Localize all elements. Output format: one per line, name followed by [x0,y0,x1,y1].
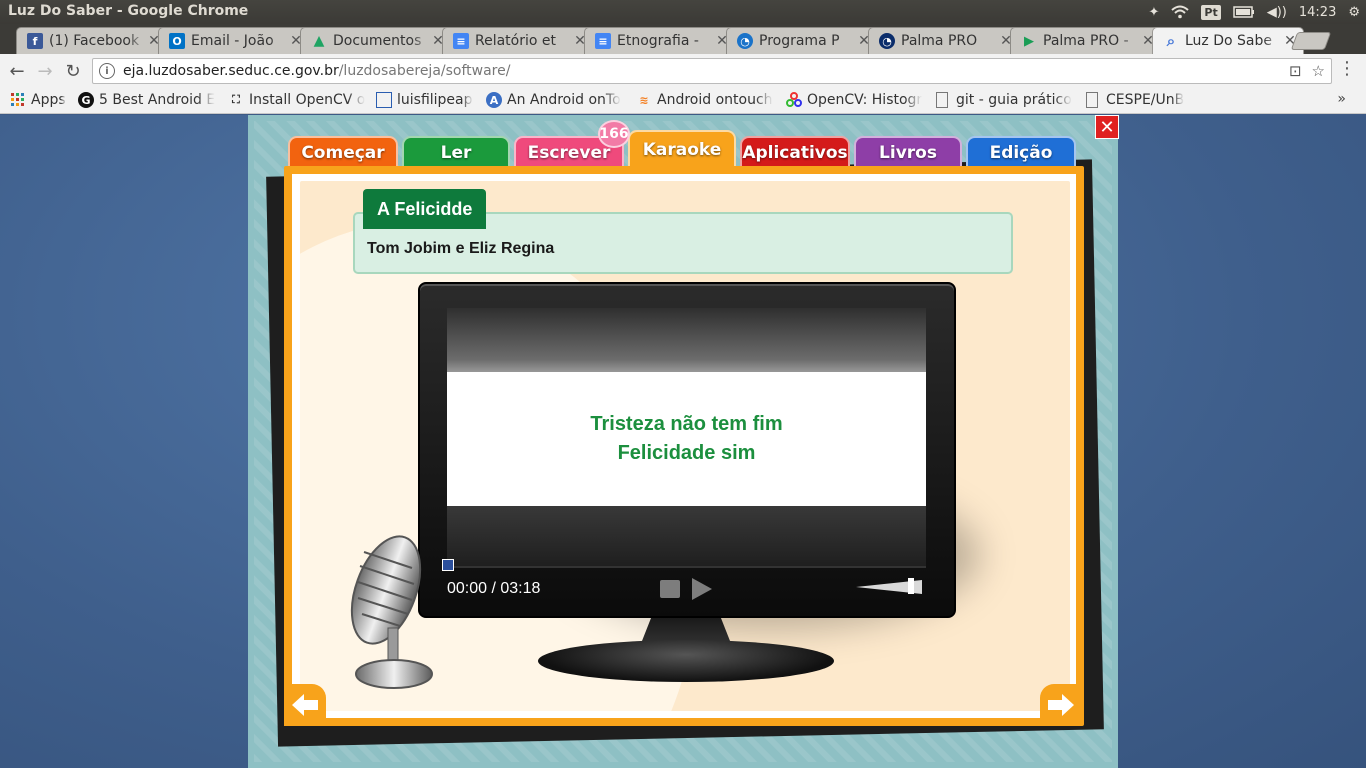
bookmark-item[interactable]: git - guia prático [936,90,1078,110]
tab-aplicativos[interactable]: Aplicativos [740,136,850,168]
tab-label: Etnografia - [617,33,699,49]
clock[interactable]: 14:23 [1293,0,1342,24]
notification-badge: 166 [598,120,630,148]
bookmark-item[interactable]: A An Android onTo [486,90,626,110]
bookmarks-overflow-button[interactable]: » [1337,91,1346,107]
next-arrow-button[interactable] [1040,684,1082,726]
page-icon [1086,92,1098,108]
search-icon: ⌕ [1166,32,1176,50]
browser-tab[interactable]: ▲ Documentos ✕ [300,27,452,54]
address-bar[interactable]: i eja.luzdosaber.seduc.ce.gov.br/luzdosa… [92,58,1332,84]
tab-karaoke[interactable]: Karaoke [628,130,736,168]
bookmarks-bar: Apps G 5 Best Android E ⛶ Install OpenCV… [0,87,1366,114]
tab-label: Palma PRO [901,33,978,49]
os-top-bar: Luz Do Saber - Google Chrome ✦ Pt ◀)) 14… [0,0,1366,24]
stop-button[interactable] [660,580,680,598]
song-artist: Tom Jobim e Eliz Regina [367,240,555,257]
google-docs-icon: ≡ [595,33,611,49]
progress-handle[interactable] [442,559,454,571]
arrow-right-icon [1048,694,1074,716]
url-host: eja.luzdosaber.seduc.ce.gov.br [123,63,339,79]
bookmark-apps[interactable]: Apps [10,90,72,110]
url-path: /luzdosabereja/software/ [338,63,511,79]
playback-time: 00:00 / 03:18 [447,580,541,597]
progress-bar[interactable] [447,566,926,568]
tv-stand [538,640,834,682]
page-icon [936,92,948,108]
arrow-left-icon [292,694,318,716]
browser-tab[interactable]: ≡ Etnografia - ✕ [584,27,736,54]
microphone-icon [350,535,433,689]
stackoverflow-icon: ≋ [639,93,649,107]
browser-toolbar: ← → ↻ i eja.luzdosaber.seduc.ce.gov.br/l… [0,54,1366,87]
tab-label: Programa P [759,33,840,49]
gear-icon[interactable]: ⚙ [1342,0,1366,24]
forward-arrow-icon[interactable]: → [34,60,56,82]
star-icon[interactable]: ☆ [1312,62,1325,80]
palma-icon: ◔ [737,33,753,49]
menu-icon[interactable]: ⋮ [1338,60,1356,78]
tab-comecar[interactable]: Começar [288,136,398,168]
facebook-icon: f [27,33,43,49]
info-icon[interactable]: i [99,63,115,79]
bookmark-item[interactable]: ⛶ Install OpenCV o [228,90,368,110]
browser-tab[interactable]: ▶ Palma PRO - ✕ [1010,27,1162,54]
play-button[interactable] [692,578,712,600]
g-icon: G [78,92,94,108]
bookmark-icon: ⛶ [232,93,240,106]
browser-tab[interactable]: ◔ Programa P ✕ [726,27,878,54]
window-title: Luz Do Saber - Google Chrome [8,3,249,19]
volume-icon[interactable]: ◀)) [1261,0,1293,24]
page-icon [376,92,392,108]
tab-edicao[interactable]: Edição [966,136,1076,168]
wifi-icon[interactable] [1165,0,1195,24]
new-tab-button[interactable] [1290,32,1332,50]
browser-tab-active[interactable]: ⌕ Luz Do Sabe ✕ [1152,27,1304,54]
tab-label: Email - João [191,33,274,49]
battery-icon[interactable] [1227,0,1261,24]
opencv-icon [786,92,802,108]
system-tray: ✦ Pt ◀)) 14:23 ⚙ [1142,0,1366,24]
close-button[interactable]: ✕ [1095,115,1119,139]
translate-icon[interactable]: ⊡ [1289,62,1302,80]
browser-tab[interactable]: ≡ Relatório et ✕ [442,27,594,54]
volume-handle[interactable] [908,578,914,594]
google-drive-icon: ▲ [313,33,325,49]
lyric-line: Tristeza não tem fim [590,413,783,435]
a-icon: A [486,92,502,108]
bookmark-item[interactable]: G 5 Best Android E [78,90,218,110]
outlook-icon: O [169,33,185,49]
tab-label: Palma PRO - [1043,33,1129,49]
browser-tab[interactable]: ◔ Palma PRO ✕ [868,27,1020,54]
dropbox-icon[interactable]: ✦ [1142,0,1165,24]
bookmark-item[interactable]: luisfilipeap [376,90,478,110]
browser-tab-strip: f (1) Facebook ✕ O Email - João ✕ ▲ Docu… [0,24,1366,54]
palma-icon: ◔ [879,33,895,49]
back-arrow-icon[interactable]: ← [6,60,28,82]
tab-label: Documentos [333,33,422,49]
previous-arrow-button[interactable] [284,684,326,726]
apps-grid-icon [10,92,26,108]
google-play-icon: ▶ [1024,33,1034,49]
bookmark-item[interactable]: ≋ Android ontouch [636,90,776,110]
lyric-line: Felicidade sim [617,442,756,464]
reload-icon[interactable]: ↻ [62,60,84,82]
google-docs-icon: ≡ [453,33,469,49]
tab-ler[interactable]: Ler [402,136,510,168]
tab-label: Relatório et [475,33,556,49]
tab-label: Luz Do Sabe [1185,33,1272,49]
tab-livros[interactable]: Livros [854,136,962,168]
song-title: A Felicidde [363,189,487,229]
browser-tab[interactable]: O Email - João ✕ [158,27,310,54]
keyboard-layout-indicator[interactable]: Pt [1195,0,1226,24]
browser-tab[interactable]: f (1) Facebook ✕ [16,27,168,54]
bookmark-item[interactable]: OpenCV: Histogr [786,90,926,110]
tab-label: (1) Facebook [49,33,140,49]
lyrics-panel: Tristeza não tem fim Felicidade sim [447,372,926,506]
bookmark-item[interactable]: CESPE/UnB [1086,90,1196,110]
